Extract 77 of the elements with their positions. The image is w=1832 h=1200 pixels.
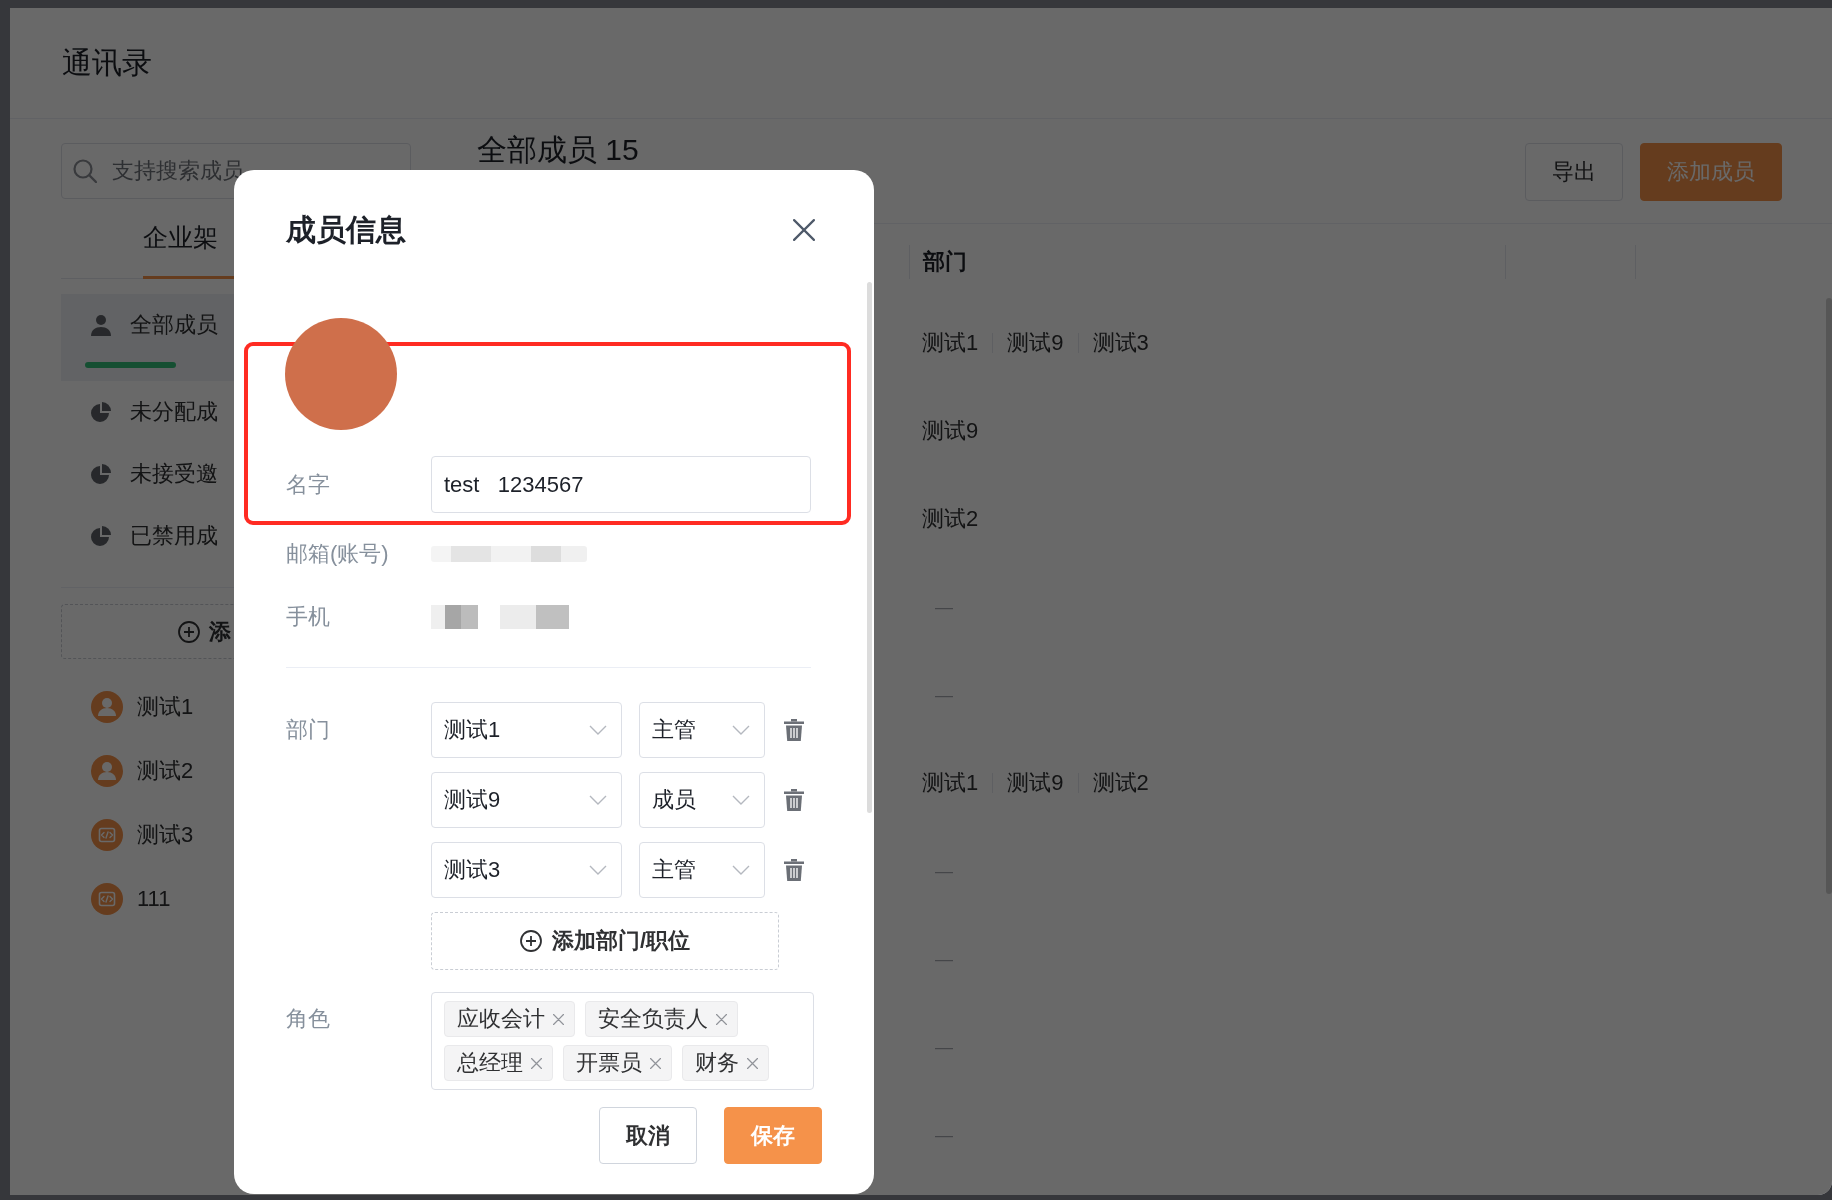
trash-icon[interactable]	[784, 719, 804, 741]
name-input[interactable]: test 1234567	[431, 456, 811, 513]
department-name: 测试2	[922, 505, 979, 533]
close-icon[interactable]	[650, 1057, 661, 1069]
field-label: 手机	[286, 603, 331, 631]
plus-circle-icon	[519, 930, 542, 952]
empty-value: —	[935, 860, 953, 882]
chevron-down-icon	[732, 865, 750, 875]
department-item[interactable]: 测试3	[61, 803, 236, 867]
member-count-title: 全部成员 15	[477, 133, 639, 166]
department-name: 测试3	[1092, 329, 1149, 357]
export-button[interactable]: 导出	[1525, 143, 1623, 201]
close-icon[interactable]	[747, 1057, 758, 1069]
field-label: 名字	[286, 470, 331, 499]
chevron-down-icon	[732, 795, 750, 805]
department-select[interactable]: 测试9	[431, 772, 622, 828]
department-name: 测试1	[922, 329, 979, 357]
role-name: 安全负责人	[598, 1005, 708, 1033]
person-avatar-icon	[91, 755, 123, 787]
trash-icon[interactable]	[784, 859, 804, 881]
pie-chart-icon	[90, 463, 112, 485]
member-filter-item[interactable]: 已禁用成	[61, 505, 236, 567]
department-name: 测试1	[922, 769, 979, 797]
pie-chart-icon	[90, 525, 112, 547]
role-select-field[interactable]: 应收会计 安全负责人 总经理 开票员 财务	[431, 992, 814, 1090]
field-label: 角色	[286, 1005, 331, 1033]
role-name: 财务	[695, 1049, 739, 1077]
empty-value: —	[935, 684, 953, 706]
close-icon[interactable]	[553, 1013, 564, 1025]
add-member-button[interactable]: 添加成员	[1640, 143, 1782, 201]
person-avatar-icon	[91, 691, 123, 723]
code-avatar-icon	[91, 819, 123, 851]
field-label: 部门	[286, 716, 331, 744]
department-name: 测试9	[1007, 769, 1064, 797]
empty-value: —	[935, 1036, 953, 1058]
member-filter-item[interactable]: 全部成员	[61, 294, 236, 381]
chevron-down-icon	[589, 795, 607, 805]
department-name: 测试9	[1007, 329, 1064, 357]
chevron-down-icon	[589, 865, 607, 875]
save-button[interactable]: 保存	[724, 1107, 822, 1164]
department-select[interactable]: 测试3	[431, 842, 622, 898]
cancel-button[interactable]: 取消	[599, 1107, 697, 1164]
dialog-title: 成员信息	[286, 211, 406, 248]
column-header: 部门	[909, 244, 1505, 279]
close-icon[interactable]	[531, 1057, 542, 1069]
role-name: 总经理	[457, 1049, 523, 1077]
chevron-down-icon	[732, 725, 750, 735]
department-item[interactable]: 测试1	[61, 675, 236, 739]
field-label: 邮箱(账号)	[286, 540, 390, 568]
position-select[interactable]: 成员	[639, 772, 765, 828]
chevron-down-icon	[589, 725, 607, 735]
close-icon[interactable]	[716, 1013, 727, 1025]
person-icon	[90, 314, 112, 336]
role-name: 应收会计	[457, 1005, 545, 1033]
pie-chart-icon	[90, 401, 112, 423]
department-name: 测试9	[922, 417, 979, 445]
page-title: 通讯录	[62, 44, 152, 81]
empty-value: —	[935, 948, 953, 970]
member-filter-item[interactable]: 未分配成	[61, 381, 236, 443]
add-department-position-button[interactable]: 添加部门/职位	[431, 912, 779, 970]
empty-value: —	[935, 596, 953, 618]
search-icon	[73, 159, 97, 183]
member-filter-item[interactable]: 未接受邀	[61, 443, 236, 505]
department-name: 测试2	[1092, 769, 1149, 797]
department-select[interactable]: 测试1	[431, 702, 622, 758]
position-select[interactable]: 主管	[639, 842, 765, 898]
close-icon	[793, 219, 815, 241]
plus-circle-icon	[178, 620, 200, 643]
role-name: 开票员	[576, 1049, 642, 1077]
position-select[interactable]: 主管	[639, 702, 765, 758]
department-item[interactable]: 111	[61, 867, 236, 931]
code-avatar-icon	[91, 883, 123, 915]
trash-icon[interactable]	[784, 789, 804, 811]
empty-value: —	[935, 1124, 953, 1146]
department-item[interactable]: 测试2	[61, 739, 236, 803]
add-department-button[interactable]: 添	[61, 604, 236, 659]
close-button[interactable]	[793, 219, 815, 241]
